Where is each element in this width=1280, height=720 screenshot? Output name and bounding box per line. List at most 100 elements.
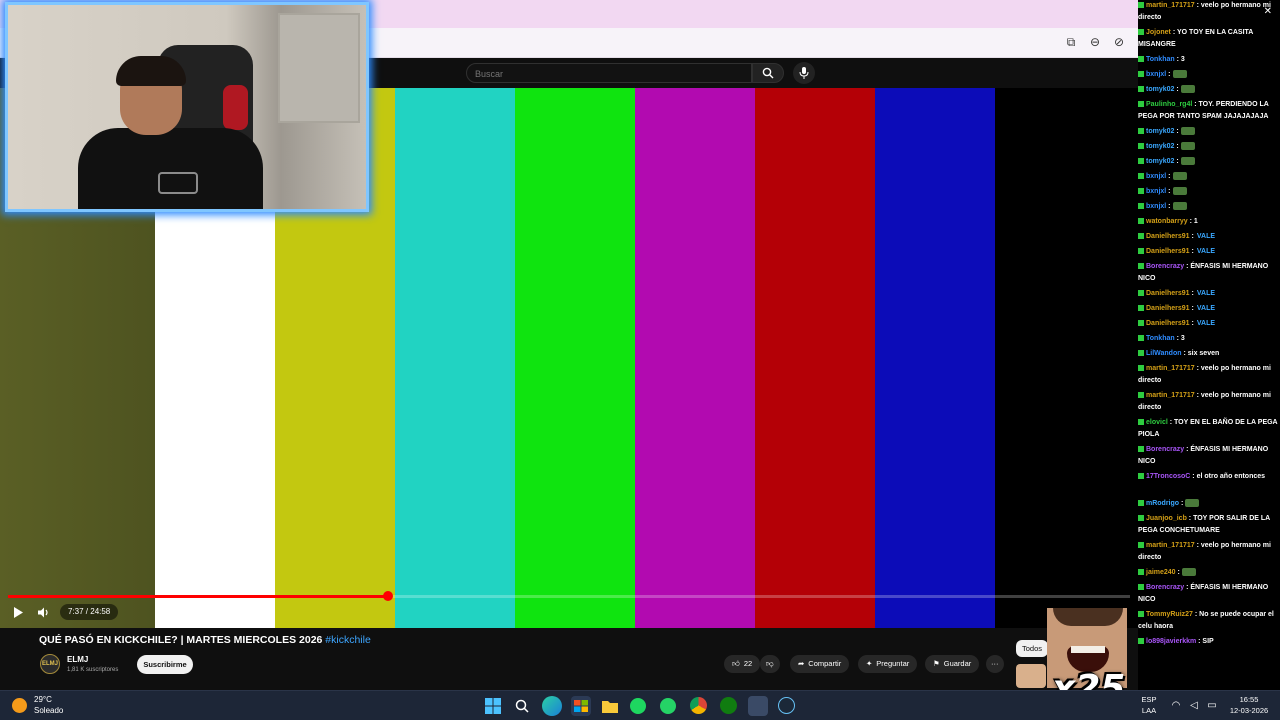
- store-icon[interactable]: [571, 696, 591, 716]
- chat-emote-text: VALE: [1196, 305, 1216, 312]
- chat-username[interactable]: Danielhers91: [1146, 320, 1190, 327]
- chat-username[interactable]: bxnjxl: [1146, 71, 1166, 78]
- chat-username[interactable]: Jojonet: [1146, 29, 1171, 36]
- progress-bar[interactable]: [8, 591, 1130, 601]
- related-video-thumbnail[interactable]: [1016, 664, 1046, 688]
- language-indicator-top[interactable]: ESP: [1138, 695, 1160, 704]
- chat-message: bxnjxl :: [1138, 69, 1280, 81]
- sun-icon[interactable]: [12, 698, 27, 713]
- chat-username[interactable]: tomyk02: [1146, 86, 1174, 93]
- more-icon: ···: [991, 659, 999, 668]
- subscribe-button[interactable]: Suscribirme: [137, 655, 193, 674]
- start-icon[interactable]: [483, 696, 503, 716]
- chat-username[interactable]: jaime240: [1146, 569, 1176, 576]
- chat-username[interactable]: TommyRuiz27: [1146, 611, 1193, 618]
- mic-icon: [799, 67, 809, 79]
- badge-icon: [1138, 128, 1144, 135]
- weather-temperature[interactable]: 29°C: [34, 695, 52, 704]
- dislike-button[interactable]: 👎︎: [760, 655, 780, 673]
- badge-icon: [1138, 392, 1144, 399]
- zoom-icon[interactable]: ⊖: [1088, 35, 1102, 49]
- chat-username[interactable]: Tonkhan: [1146, 335, 1175, 342]
- app-icon[interactable]: [748, 696, 768, 716]
- chat-username[interactable]: martin_171717: [1146, 542, 1195, 549]
- chat-username[interactable]: tomyk02: [1146, 128, 1174, 135]
- chat-message: lo898javierkkm : SIP: [1138, 636, 1280, 648]
- filter-chip-todos[interactable]: Todos: [1016, 640, 1048, 657]
- chat-username[interactable]: watonbarryy: [1146, 218, 1188, 225]
- share-icon: ➦: [798, 659, 805, 668]
- chat-username[interactable]: bxnjxl: [1146, 188, 1166, 195]
- weather-description[interactable]: Soleado: [34, 706, 63, 715]
- hashtag-link[interactable]: #kickchile: [325, 634, 371, 646]
- badge-icon: [1138, 218, 1144, 225]
- chrome-icon[interactable]: [690, 697, 707, 714]
- chat-username[interactable]: Danielhers91: [1146, 248, 1190, 255]
- chat-username[interactable]: LilWandon: [1146, 350, 1182, 357]
- xbox-icon[interactable]: [720, 697, 737, 714]
- chat-username[interactable]: mRodrigo: [1146, 500, 1179, 507]
- more-actions-button[interactable]: ···: [986, 655, 1004, 673]
- badge-icon: [1138, 2, 1144, 9]
- chat-username[interactable]: Tonkhan: [1146, 56, 1175, 63]
- clock-date[interactable]: 12-03-2026: [1224, 706, 1274, 715]
- chat-username[interactable]: martin_171717: [1146, 365, 1195, 372]
- channel-avatar[interactable]: ELMJ: [40, 654, 60, 674]
- eye-off-icon[interactable]: ⊘: [1112, 35, 1126, 49]
- spotify-icon[interactable]: [630, 698, 646, 714]
- chat-username[interactable]: elovicl: [1146, 419, 1168, 426]
- channel-name[interactable]: ELMJ: [67, 655, 88, 664]
- edge-icon[interactable]: [542, 696, 562, 716]
- badge-icon: [1138, 350, 1144, 357]
- chat-text: :: [1174, 143, 1179, 150]
- chat-message: tomyk02 :: [1138, 141, 1280, 153]
- share-button[interactable]: ➦ Compartir: [790, 655, 850, 673]
- steam-icon[interactable]: [778, 697, 795, 714]
- chat-username[interactable]: tomyk02: [1146, 158, 1174, 165]
- close-icon[interactable]: ✕: [1264, 6, 1272, 17]
- battery-icon[interactable]: ▭: [1202, 696, 1222, 716]
- chat-message: Danielhers91 : VALE: [1138, 231, 1280, 243]
- mute-button[interactable]: [34, 602, 54, 622]
- chat-username[interactable]: bxnjxl: [1146, 203, 1166, 210]
- copy-link-icon[interactable]: ⧉: [1064, 35, 1078, 49]
- badge-icon: [1138, 515, 1144, 522]
- chat-username[interactable]: 17TroncosoC: [1146, 473, 1190, 480]
- chat-username[interactable]: Juanjoo_icb: [1146, 515, 1187, 522]
- search-box[interactable]: [466, 63, 752, 83]
- chat-username[interactable]: bxnjxl: [1146, 173, 1166, 180]
- search-input[interactable]: [467, 65, 751, 83]
- progress-bar-played: [8, 595, 389, 598]
- whatsapp-icon[interactable]: [660, 698, 676, 714]
- badge-icon: [1138, 569, 1144, 576]
- chat-username[interactable]: Danielhers91: [1146, 233, 1190, 240]
- badge-icon: [1138, 365, 1144, 372]
- chat-username[interactable]: martin_171717: [1146, 2, 1195, 9]
- language-indicator-bottom[interactable]: LAA: [1138, 706, 1160, 715]
- chat-message: Jojonet : YO TOY EN LA CASITA MISANGRE: [1138, 27, 1280, 51]
- ask-button[interactable]: ✦ Preguntar: [858, 655, 918, 673]
- like-icon: 👍︎: [732, 659, 740, 668]
- chat-username[interactable]: lo898javierkkm: [1146, 638, 1196, 645]
- chat-username[interactable]: Borencrazy: [1146, 584, 1184, 591]
- chat-text: :: [1166, 203, 1171, 210]
- chat-username[interactable]: Danielhers91: [1146, 305, 1190, 312]
- voice-search-button[interactable]: [793, 62, 815, 84]
- wifi-icon[interactable]: ◠: [1166, 696, 1186, 716]
- chat-username[interactable]: Danielhers91: [1146, 290, 1190, 297]
- badge-icon: [1138, 86, 1144, 93]
- folder-icon[interactable]: [600, 696, 620, 716]
- chat-username[interactable]: Borencrazy: [1146, 263, 1184, 270]
- chat-username[interactable]: Paulinho_rg4l: [1146, 101, 1192, 108]
- save-button[interactable]: ⚑ Guardar: [925, 655, 980, 673]
- volume-tray-icon[interactable]: ◁: [1184, 696, 1204, 716]
- chat-text: :: [1166, 188, 1171, 195]
- search-icon[interactable]: [512, 696, 532, 716]
- search-button[interactable]: [752, 63, 784, 83]
- play-button[interactable]: [8, 602, 28, 622]
- chat-username[interactable]: Borencrazy: [1146, 446, 1184, 453]
- clock-time[interactable]: 16:55: [1224, 695, 1274, 704]
- chat-username[interactable]: martin_171717: [1146, 392, 1195, 399]
- chat-username[interactable]: tomyk02: [1146, 143, 1174, 150]
- like-button[interactable]: 👍︎ 22: [724, 655, 761, 673]
